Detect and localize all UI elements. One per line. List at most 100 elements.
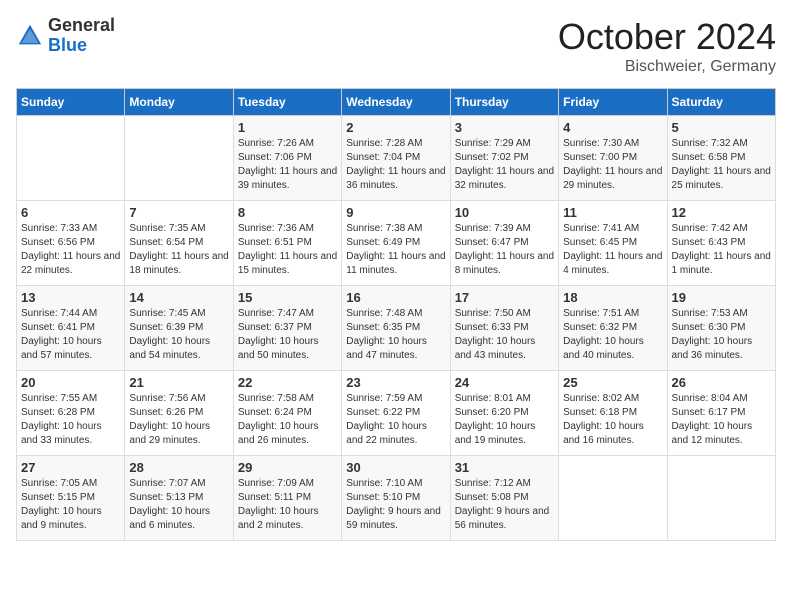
calendar-cell: 3 Sunrise: 7:29 AM Sunset: 7:02 PM Daylig…	[450, 116, 558, 201]
calendar-cell: 4 Sunrise: 7:30 AM Sunset: 7:00 PM Daylig…	[559, 116, 667, 201]
day-info: Sunrise: 7:29 AM Sunset: 7:02 PM Dayligh…	[455, 137, 554, 193]
day-number: 24	[455, 375, 554, 390]
calendar-cell	[17, 116, 125, 201]
calendar-cell: 7 Sunrise: 7:35 AM Sunset: 6:54 PM Daylig…	[125, 201, 233, 286]
day-number: 12	[672, 205, 771, 220]
calendar-cell: 11 Sunrise: 7:41 AM Sunset: 6:45 PM Dayli…	[559, 201, 667, 286]
calendar-cell: 29 Sunrise: 7:09 AM Sunset: 5:11 PM Dayli…	[233, 456, 341, 541]
week-row-2: 6Sunrise: 7:33 AM Sunset: 6:56 PM Daylig…	[17, 201, 776, 286]
day-number: 25	[563, 375, 662, 390]
day-number: 29	[238, 460, 337, 475]
day-info: Sunrise: 7:30 AM Sunset: 7:00 PM Dayligh…	[563, 137, 662, 193]
day-number: 26	[672, 375, 771, 390]
day-info: Sunrise: 7:36 AM Sunset: 6:51 PM Dayligh…	[238, 222, 337, 278]
day-info: Sunrise: 7:50 AM Sunset: 6:33 PM Dayligh…	[455, 307, 554, 363]
calendar-cell: 26 Sunrise: 8:04 AM Sunset: 6:17 PM Dayli…	[667, 371, 775, 456]
day-number: 10	[455, 205, 554, 220]
day-info: Sunrise: 7:07 AM Sunset: 5:13 PM Dayligh…	[129, 477, 228, 533]
day-header-tuesday: Tuesday	[233, 89, 341, 116]
calendar-cell	[559, 456, 667, 541]
day-number: 21	[129, 375, 228, 390]
calendar-cell: 24 Sunrise: 8:01 AM Sunset: 6:20 PM Dayli…	[450, 371, 558, 456]
calendar-table: SundayMondayTuesdayWednesdayThursdayFrid…	[16, 88, 776, 541]
calendar-cell	[125, 116, 233, 201]
day-header-thursday: Thursday	[450, 89, 558, 116]
calendar-cell: 28Sunrise: 7:07 AM Sunset: 5:13 PM Dayli…	[125, 456, 233, 541]
day-number: 17	[455, 290, 554, 305]
day-info: Sunrise: 7:42 AM Sunset: 6:43 PM Dayligh…	[672, 222, 771, 278]
calendar-cell: 14 Sunrise: 7:45 AM Sunset: 6:39 PM Dayli…	[125, 286, 233, 371]
calendar-cell: 10 Sunrise: 7:39 AM Sunset: 6:47 PM Dayli…	[450, 201, 558, 286]
logo-icon	[16, 22, 44, 50]
day-info: Sunrise: 7:38 AM Sunset: 6:49 PM Dayligh…	[346, 222, 445, 278]
day-number: 3	[455, 120, 554, 135]
day-number: 7	[129, 205, 228, 220]
day-number: 8	[238, 205, 337, 220]
day-number: 31	[455, 460, 554, 475]
day-info: Sunrise: 7:32 AM Sunset: 6:58 PM Dayligh…	[672, 137, 771, 193]
logo: General Blue	[16, 16, 115, 56]
day-info: Sunrise: 7:26 AM Sunset: 7:06 PM Dayligh…	[238, 137, 337, 193]
calendar-cell: 6Sunrise: 7:33 AM Sunset: 6:56 PM Daylig…	[17, 201, 125, 286]
calendar-cell: 15 Sunrise: 7:47 AM Sunset: 6:37 PM Dayli…	[233, 286, 341, 371]
day-number: 22	[238, 375, 337, 390]
day-info: Sunrise: 7:47 AM Sunset: 6:37 PM Dayligh…	[238, 307, 337, 363]
calendar-cell: 12 Sunrise: 7:42 AM Sunset: 6:43 PM Dayli…	[667, 201, 775, 286]
day-number: 11	[563, 205, 662, 220]
calendar-subtitle: Bischweier, Germany	[558, 58, 776, 76]
day-info: Sunrise: 7:39 AM Sunset: 6:47 PM Dayligh…	[455, 222, 554, 278]
calendar-cell: 2 Sunrise: 7:28 AM Sunset: 7:04 PM Daylig…	[342, 116, 450, 201]
day-info: Sunrise: 7:10 AM Sunset: 5:10 PM Dayligh…	[346, 477, 445, 533]
day-header-wednesday: Wednesday	[342, 89, 450, 116]
day-number: 15	[238, 290, 337, 305]
day-info: Sunrise: 7:44 AM Sunset: 6:41 PM Dayligh…	[21, 307, 120, 363]
calendar-cell: 13 Sunrise: 7:44 AM Sunset: 6:41 PM Dayli…	[17, 286, 125, 371]
day-info: Sunrise: 8:02 AM Sunset: 6:18 PM Dayligh…	[563, 392, 662, 448]
day-header-monday: Monday	[125, 89, 233, 116]
calendar-cell: 8 Sunrise: 7:36 AM Sunset: 6:51 PM Daylig…	[233, 201, 341, 286]
day-info: Sunrise: 7:09 AM Sunset: 5:11 PM Dayligh…	[238, 477, 337, 533]
day-number: 27	[21, 460, 120, 475]
day-number: 30	[346, 460, 445, 475]
calendar-cell: 17 Sunrise: 7:50 AM Sunset: 6:33 PM Dayli…	[450, 286, 558, 371]
day-number: 2	[346, 120, 445, 135]
calendar-cell: 27Sunrise: 7:05 AM Sunset: 5:15 PM Dayli…	[17, 456, 125, 541]
day-number: 14	[129, 290, 228, 305]
day-info: Sunrise: 7:53 AM Sunset: 6:30 PM Dayligh…	[672, 307, 771, 363]
day-number: 4	[563, 120, 662, 135]
day-info: Sunrise: 7:41 AM Sunset: 6:45 PM Dayligh…	[563, 222, 662, 278]
calendar-cell: 22Sunrise: 7:58 AM Sunset: 6:24 PM Dayli…	[233, 371, 341, 456]
day-number: 23	[346, 375, 445, 390]
day-info: Sunrise: 8:01 AM Sunset: 6:20 PM Dayligh…	[455, 392, 554, 448]
day-info: Sunrise: 7:55 AM Sunset: 6:28 PM Dayligh…	[21, 392, 120, 448]
day-number: 18	[563, 290, 662, 305]
day-info: Sunrise: 7:59 AM Sunset: 6:22 PM Dayligh…	[346, 392, 445, 448]
calendar-body: 1Sunrise: 7:26 AM Sunset: 7:06 PM Daylig…	[17, 116, 776, 541]
calendar-cell: 19Sunrise: 7:53 AM Sunset: 6:30 PM Dayli…	[667, 286, 775, 371]
day-info: Sunrise: 7:28 AM Sunset: 7:04 PM Dayligh…	[346, 137, 445, 193]
day-number: 20	[21, 375, 120, 390]
day-number: 13	[21, 290, 120, 305]
day-number: 16	[346, 290, 445, 305]
day-info: Sunrise: 8:04 AM Sunset: 6:17 PM Dayligh…	[672, 392, 771, 448]
calendar-cell: 1Sunrise: 7:26 AM Sunset: 7:06 PM Daylig…	[233, 116, 341, 201]
page-header: General Blue October 2024 Bischweier, Ge…	[16, 16, 776, 76]
calendar-cell: 31Sunrise: 7:12 AM Sunset: 5:08 PM Dayli…	[450, 456, 558, 541]
calendar-cell: 21 Sunrise: 7:56 AM Sunset: 6:26 PM Dayli…	[125, 371, 233, 456]
day-header-sunday: Sunday	[17, 89, 125, 116]
logo-text: General Blue	[48, 16, 115, 56]
calendar-cell: 9 Sunrise: 7:38 AM Sunset: 6:49 PM Daylig…	[342, 201, 450, 286]
day-info: Sunrise: 7:48 AM Sunset: 6:35 PM Dayligh…	[346, 307, 445, 363]
calendar-title: October 2024	[558, 16, 776, 58]
day-info: Sunrise: 7:35 AM Sunset: 6:54 PM Dayligh…	[129, 222, 228, 278]
day-number: 5	[672, 120, 771, 135]
day-info: Sunrise: 7:33 AM Sunset: 6:56 PM Dayligh…	[21, 222, 120, 278]
calendar-cell	[667, 456, 775, 541]
day-info: Sunrise: 7:45 AM Sunset: 6:39 PM Dayligh…	[129, 307, 228, 363]
day-number: 9	[346, 205, 445, 220]
day-info: Sunrise: 7:51 AM Sunset: 6:32 PM Dayligh…	[563, 307, 662, 363]
day-info: Sunrise: 7:56 AM Sunset: 6:26 PM Dayligh…	[129, 392, 228, 448]
week-row-5: 27Sunrise: 7:05 AM Sunset: 5:15 PM Dayli…	[17, 456, 776, 541]
calendar-cell: 20 Sunrise: 7:55 AM Sunset: 6:28 PM Dayli…	[17, 371, 125, 456]
calendar-cell: 5 Sunrise: 7:32 AM Sunset: 6:58 PM Daylig…	[667, 116, 775, 201]
